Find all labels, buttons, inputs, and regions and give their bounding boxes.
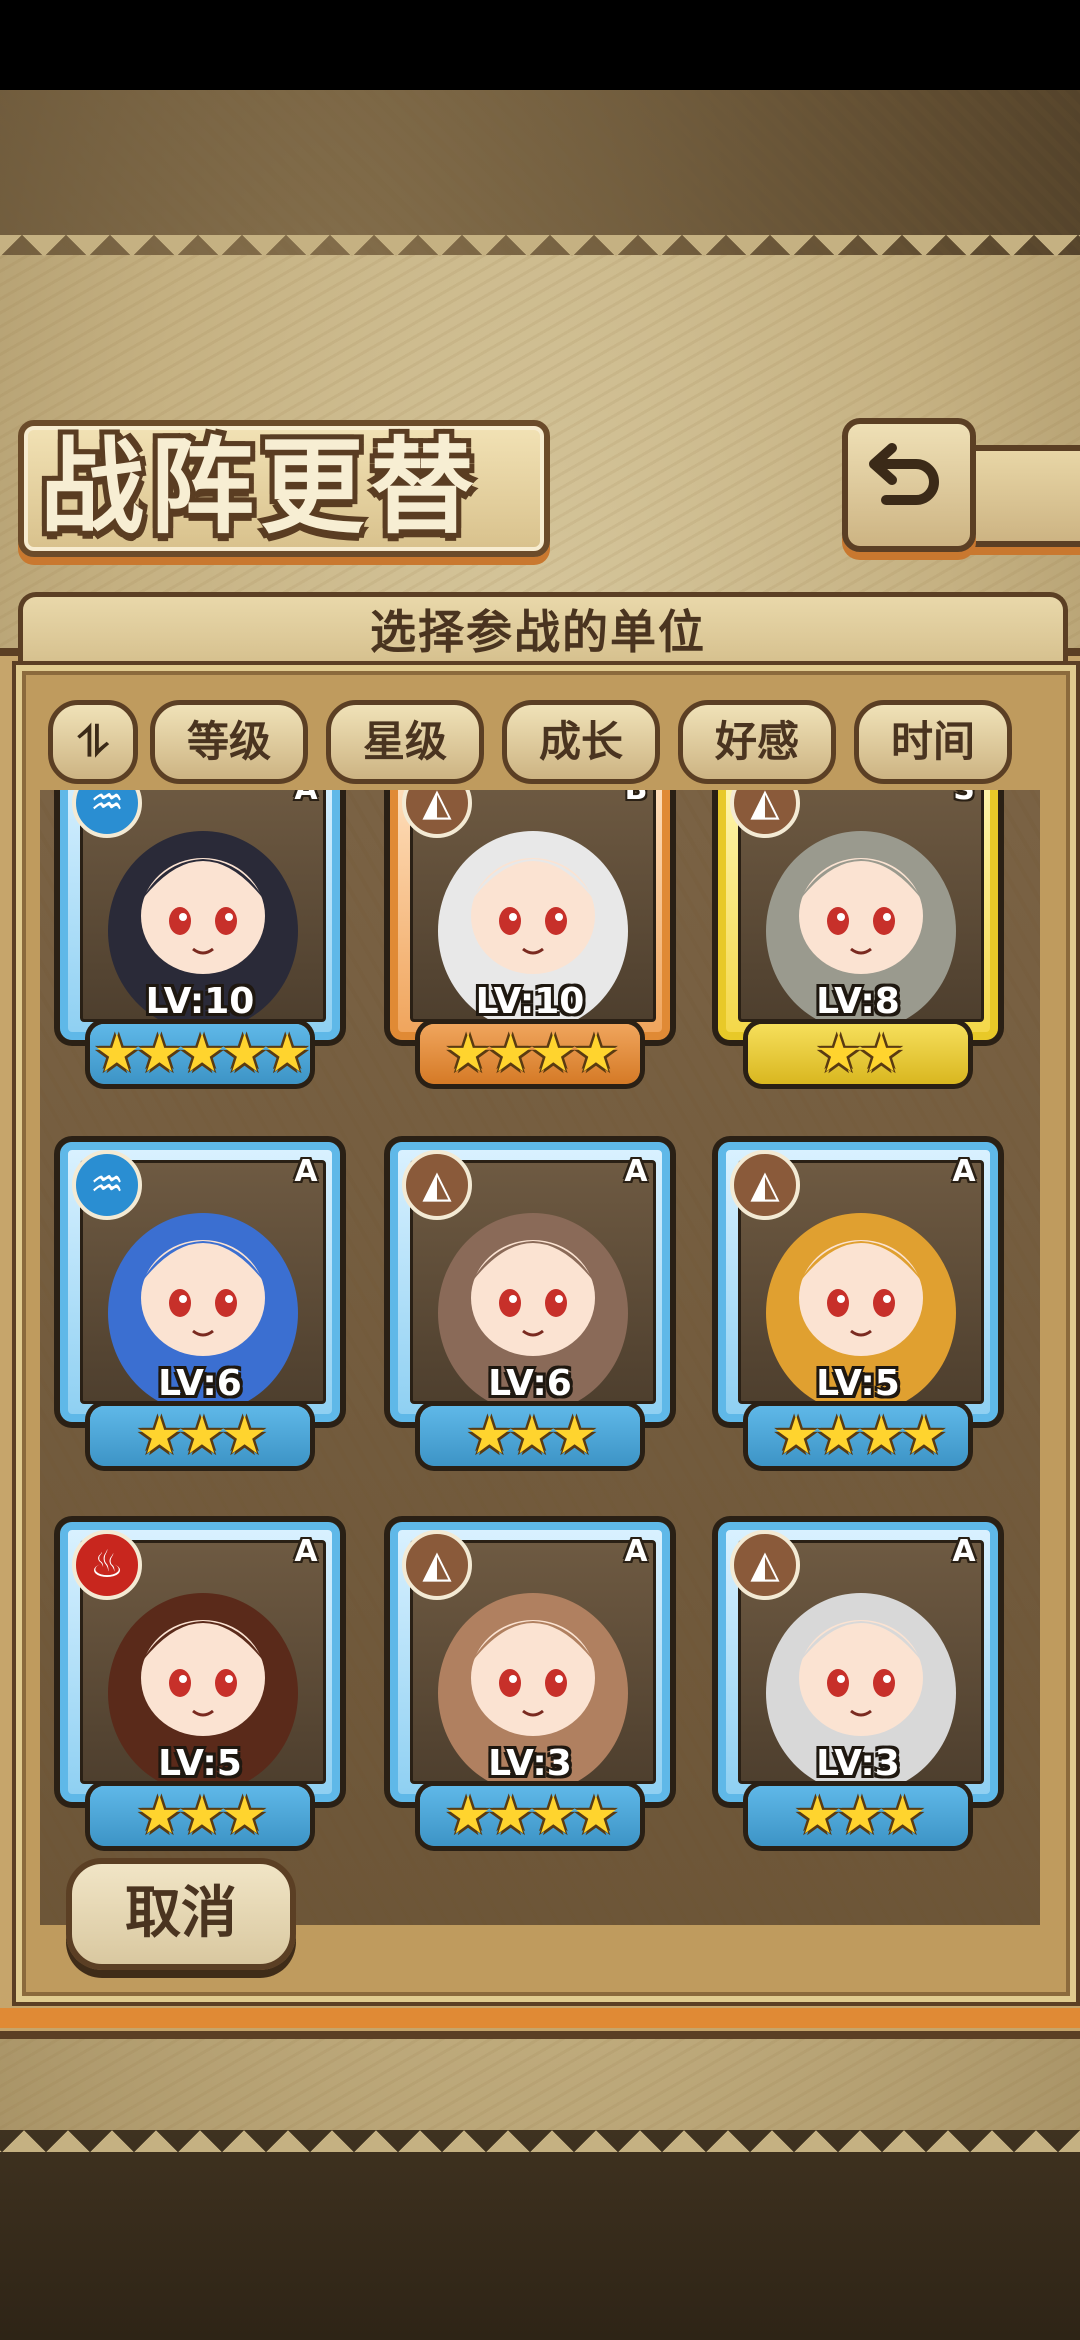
sort-order-toggle[interactable]: ⥮	[48, 700, 138, 784]
sort-order-icon: ⥮	[77, 717, 109, 766]
unit-stars: ★★★	[136, 1786, 268, 1846]
unit-card[interactable]: ◭SLV:8★★	[708, 790, 1008, 1084]
background-bottom	[0, 2130, 1080, 2340]
unit-card[interactable]: ◭ A LV:5 ★★★★	[708, 1142, 1008, 1466]
sort-tab-time[interactable]: 时间	[854, 700, 1012, 784]
unit-card[interactable]: ◭ A LV:3 ★★★	[708, 1522, 1008, 1846]
unit-stars: ★★★★	[772, 1406, 947, 1466]
unit-level: LV:6	[158, 1363, 242, 1404]
panel-zigzag-top	[0, 235, 1080, 279]
unit-card[interactable]: ♒ A LV:6 ★★★	[50, 1142, 350, 1466]
sort-tab-level[interactable]: 等级	[150, 700, 308, 784]
unit-rank: A	[624, 1154, 648, 1189]
sort-bar: ⥮ 等级 星级 成长 好感 时间	[48, 700, 1028, 784]
back-button-tab	[962, 445, 1080, 547]
unit-rank: B	[618, 790, 654, 810]
unit-card[interactable]: ♨ A LV:5 ★★★	[50, 1522, 350, 1846]
earth-element-icon: ◭	[730, 1150, 800, 1220]
sort-tab-growth[interactable]: 成长	[502, 700, 660, 784]
unit-stars: ★★★★	[444, 1024, 619, 1084]
panel-bottom-strip	[0, 2008, 1080, 2028]
unit-stars: ★★★	[794, 1786, 926, 1846]
unit-level: LV:5	[816, 1363, 900, 1404]
unit-level: LV:3	[488, 1743, 572, 1784]
unit-rank: S	[946, 790, 982, 810]
sort-tab-affection[interactable]: 好感	[678, 700, 836, 784]
page-title: 战阵更替	[40, 426, 481, 548]
earth-element-icon: ◭	[402, 1150, 472, 1220]
unit-level: LV:3	[816, 1743, 900, 1784]
sort-tab-stars[interactable]: 星级	[326, 700, 484, 784]
unit-card[interactable]: ♒ALV:10★★★★★	[50, 790, 350, 1084]
unit-level: LV:8	[816, 981, 900, 1022]
unit-stars: ★★★★★	[93, 1024, 310, 1084]
panel-zigzag-bottom	[0, 2108, 1080, 2152]
earth-element-icon: ◭	[402, 1530, 472, 1600]
unit-rank: A	[294, 1534, 318, 1569]
back-button[interactable]	[842, 418, 976, 552]
panel-subtitle: 选择参战的单位	[370, 605, 706, 659]
unit-level: LV:10	[145, 981, 255, 1022]
unit-rank: A	[294, 1154, 318, 1189]
unit-stars: ★★★★	[444, 1786, 619, 1846]
status-bar	[0, 0, 1080, 90]
cancel-button[interactable]: 取消	[66, 1858, 296, 1970]
unit-rank: A	[952, 1534, 976, 1569]
unit-card[interactable]: ◭ A LV:3 ★★★★	[380, 1522, 680, 1846]
unit-grid: ♒ALV:10★★★★★◭BLV:10★★★★◭SLV:8★★♒ALV:6★★★…	[40, 790, 1040, 1925]
unit-card[interactable]: ◭ A LV:6 ★★★	[380, 1142, 680, 1466]
back-arrow-icon	[869, 443, 939, 505]
unit-stars: ★★★	[136, 1406, 268, 1466]
unit-stars: ★★★	[466, 1406, 598, 1466]
unit-stars: ★★	[815, 1024, 904, 1084]
fire-element-icon: ♨	[72, 1530, 142, 1600]
unit-level: LV:6	[488, 1363, 572, 1404]
unit-rank: A	[624, 1534, 648, 1569]
unit-rank: A	[952, 1154, 976, 1189]
unit-rank: A	[288, 790, 324, 810]
unit-level: LV:5	[158, 1743, 242, 1784]
earth-element-icon: ◭	[730, 1530, 800, 1600]
unit-card[interactable]: ◭BLV:10★★★★	[380, 790, 680, 1084]
unit-level: LV:10	[475, 981, 585, 1022]
water-element-icon: ♒	[72, 1150, 142, 1220]
